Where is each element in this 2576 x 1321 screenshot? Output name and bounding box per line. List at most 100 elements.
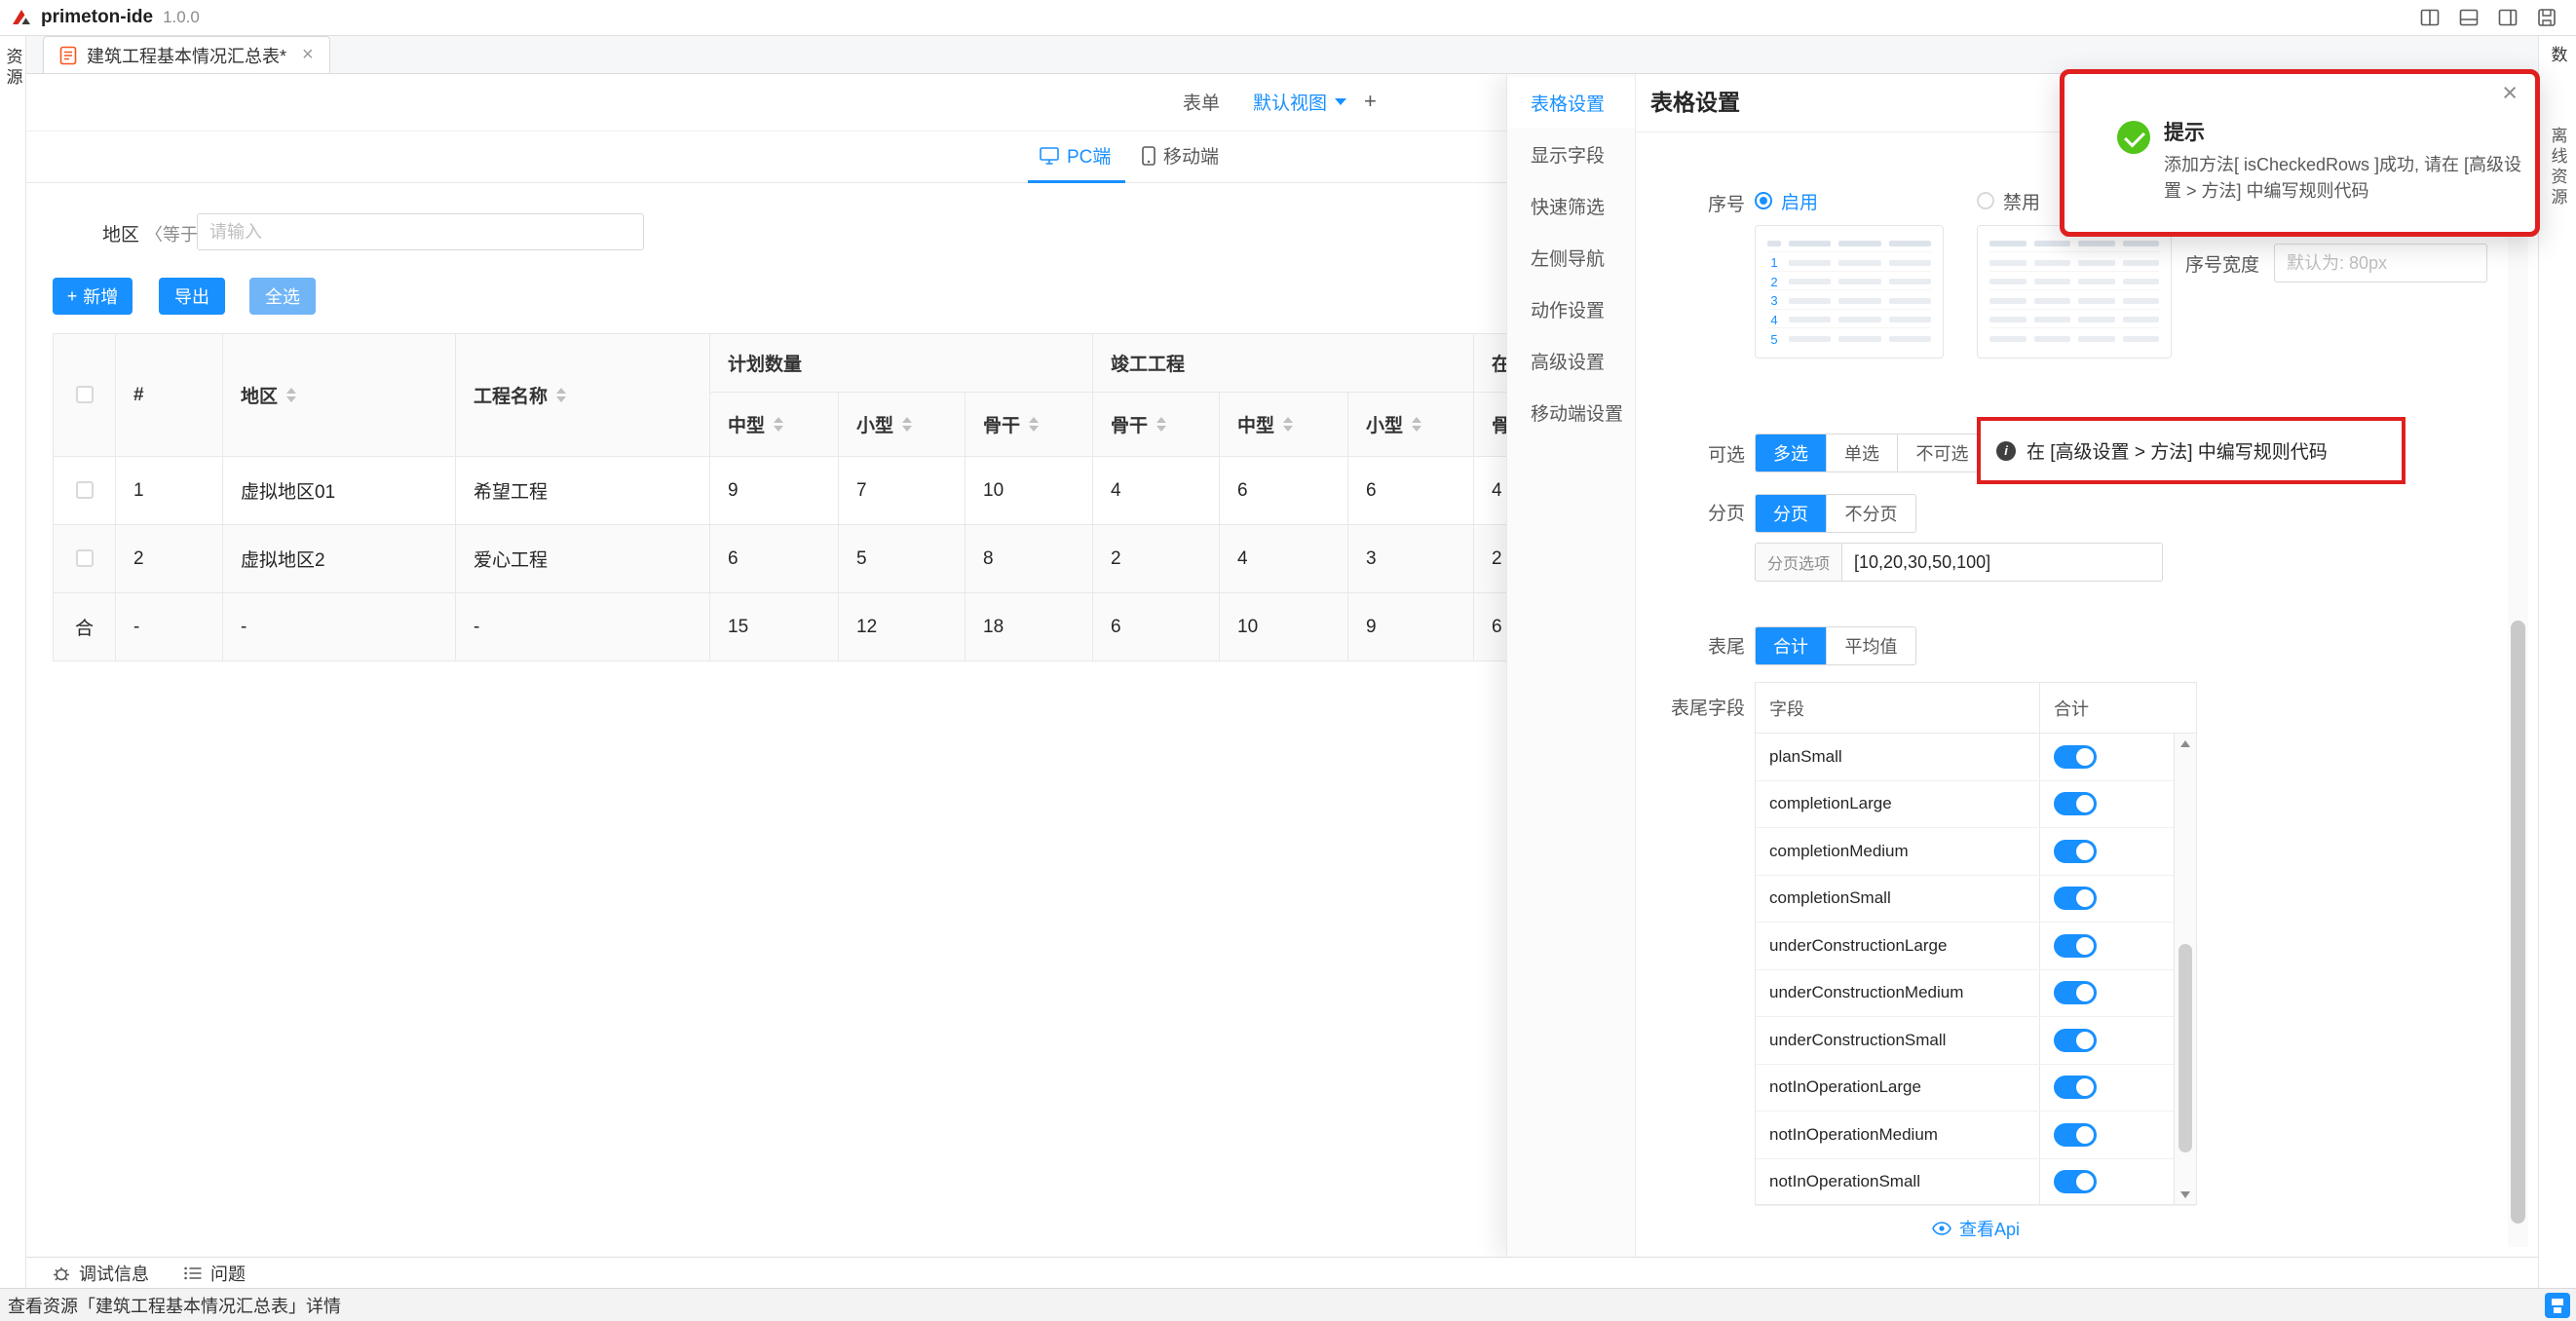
plus-icon: + [67,286,78,307]
serial-enable-label: 启用 [1781,188,1818,214]
sort-icon[interactable] [774,417,783,432]
layout-icon[interactable] [2498,8,2518,27]
titlebar: primeton-ide 1.0.0 [0,0,2576,36]
tab-close-icon[interactable]: × [302,44,314,66]
col-header-completion-small[interactable]: 小型 [1348,393,1474,457]
paging-options-input[interactable] [1841,543,2163,582]
data-rail-tab[interactable]: 数 [2546,46,2570,66]
paging-options-addon: 分页选项 [1755,543,1841,582]
footer-sum-option[interactable]: 合计 [1756,627,1826,664]
field-row: notInOperationLarge [1756,1065,2196,1113]
col-header-project[interactable]: 工程名称 [456,334,710,457]
scroll-up-icon[interactable] [2175,734,2196,753]
selectable-single-option[interactable]: 单选 [1826,434,1897,472]
nav-quick-filter[interactable]: 快速筛选 [1507,180,1635,232]
row-checkbox[interactable] [76,549,94,567]
field-toggle[interactable] [2054,840,2097,863]
col-header-region[interactable]: 地区 [223,334,456,457]
cell-dash: - [223,593,456,661]
resources-rail-tab[interactable]: 资源 [1,48,25,89]
toast-notification: × 提示 添加方法[ isCheckedRows ]成功, 请在 [高级设置 >… [2060,69,2540,237]
filter-input[interactable] [197,213,644,250]
selectable-none-option[interactable]: 不可选 [1897,434,1987,472]
cell-total: 6 [1093,593,1220,661]
bug-icon [53,1264,70,1282]
field-toggle[interactable] [2054,1170,2097,1193]
paging-on-option[interactable]: 分页 [1756,495,1826,532]
panel-scrollbar-thumb[interactable] [2511,621,2525,1224]
status-text[interactable]: 查看资源「建筑工程基本情况汇总表」详情 [8,1293,341,1318]
sort-icon[interactable] [902,417,912,432]
document-tab[interactable]: 建筑工程基本情况汇总表* × [43,36,330,73]
monitor-icon [1040,147,1059,165]
nav-action-settings[interactable]: 动作设置 [1507,283,1635,335]
data-table: # 地区 工程名称 计划数量 竣工工程 在建工程 中型 小型 骨干 骨干 中型 … [53,333,1584,661]
split-editor-icon[interactable] [2420,8,2440,27]
sort-icon[interactable] [286,388,296,402]
field-toggle[interactable] [2054,981,2097,1004]
tab-mobile[interactable]: 移动端 [1142,142,1219,169]
toast-close-icon[interactable]: × [2502,78,2518,108]
col-header-plan-small[interactable]: 小型 [839,393,966,457]
scrollbar-thumb[interactable] [2178,944,2192,1152]
field-toggle[interactable] [2054,1123,2097,1147]
add-view-button[interactable]: + [1364,89,1377,114]
paging-label: 分页 [1636,499,1745,525]
add-row-button[interactable]: + 新增 [53,278,133,315]
tab-form[interactable]: 表单 [1183,89,1220,115]
app-version: 1.0.0 [163,8,200,27]
col-header-plan-large[interactable]: 骨干 [966,393,1093,457]
nav-mobile-settings[interactable]: 移动端设置 [1507,387,1635,438]
field-toggle[interactable] [2054,887,2097,910]
col-header-completion-large[interactable]: 骨干 [1093,393,1220,457]
app-window: primeton-ide 1.0.0 资源 数 离线资源 建筑工程基本情况汇总表… [0,0,2576,1321]
selectable-multi-option[interactable]: 多选 [1756,434,1826,472]
default-view-dropdown[interactable]: 默认视图 [1253,89,1346,115]
sort-icon[interactable] [556,388,566,402]
row-checkbox[interactable] [76,481,94,499]
footer-avg-option[interactable]: 平均值 [1826,627,1915,664]
nav-left-navigation[interactable]: 左侧导航 [1507,232,1635,283]
table-row: 1 虚拟地区01 希望工程 9 7 10 4 6 6 4 [54,457,1584,525]
nav-display-fields[interactable]: 显示字段 [1507,129,1635,180]
sort-icon[interactable] [1156,417,1166,432]
cell-dash: - [116,593,223,661]
field-toggle[interactable] [2054,1029,2097,1052]
nav-table-settings[interactable]: 表格设置 [1507,77,1635,129]
serial-enable-radio[interactable]: 启用 [1755,188,1818,213]
toggle-panel-icon[interactable] [2459,8,2479,27]
cell-project: 爱心工程 [456,525,710,593]
debug-info-label: 调试信息 [79,1261,149,1286]
right-rail: 数 离线资源 [2538,36,2576,1288]
panel-scrollbar[interactable] [2508,156,2528,1247]
problems-tab[interactable]: 问题 [184,1261,246,1286]
serial-disable-radio[interactable]: 禁用 [1977,188,2040,213]
select-all-header-cell [54,334,116,457]
tab-pc[interactable]: PC端 [1040,142,1111,169]
scroll-down-icon[interactable] [2175,1185,2196,1204]
offline-resources-rail-tab[interactable]: 离线资源 [2546,127,2570,208]
field-toggle[interactable] [2054,792,2097,815]
view-api-link[interactable]: 查看Api [1755,1216,2197,1241]
save-icon[interactable] [2545,1293,2570,1321]
select-all-checkbox[interactable] [76,386,94,403]
fields-scrollbar[interactable] [2174,734,2196,1204]
sort-icon[interactable] [1283,417,1293,432]
debug-info-tab[interactable]: 调试信息 [53,1261,149,1286]
sort-icon[interactable] [1412,417,1421,432]
serial-width-input[interactable] [2274,244,2487,283]
field-toggle[interactable] [2054,934,2097,958]
cell-value: 8 [966,525,1093,593]
export-button[interactable]: 导出 [159,278,225,315]
field-toggle[interactable] [2054,745,2097,769]
select-all-button[interactable]: 全选 [249,278,316,315]
field-toggle[interactable] [2054,1076,2097,1099]
col-header-completion-medium[interactable]: 中型 [1220,393,1348,457]
save-layout-icon[interactable] [2537,8,2557,27]
paging-off-option[interactable]: 不分页 [1826,495,1915,532]
paging-segmented: 分页 不分页 [1755,494,1916,533]
nav-advanced-settings[interactable]: 高级设置 [1507,335,1635,387]
serial-width-label: 序号宽度 [2185,250,2259,277]
sort-icon[interactable] [1029,417,1039,432]
col-header-plan-medium[interactable]: 中型 [710,393,839,457]
